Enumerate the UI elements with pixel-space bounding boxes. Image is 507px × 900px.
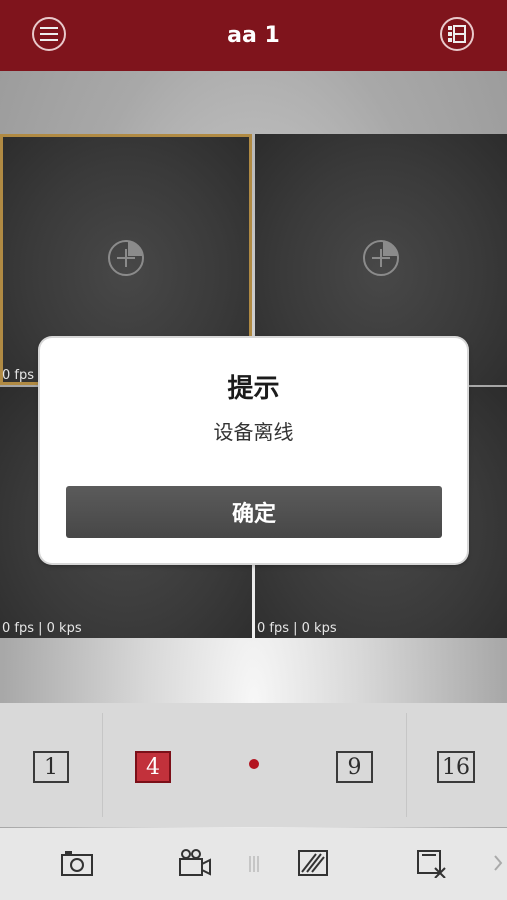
divider — [406, 713, 407, 817]
layout-list-icon — [448, 25, 466, 43]
top-bar: aa 1 — [0, 0, 507, 71]
menu-icon — [40, 27, 58, 41]
camera-icon[interactable] — [60, 848, 94, 878]
add-camera-icon[interactable] — [362, 239, 400, 277]
page-title: aa 1 — [227, 23, 280, 48]
layout-4-button[interactable]: 4 — [135, 751, 171, 783]
add-camera-icon[interactable] — [107, 239, 145, 277]
layout-1-button[interactable]: 1 — [33, 751, 69, 783]
chevron-right-icon[interactable] — [492, 848, 506, 878]
stream-stats: 0 fps | 0 kps — [2, 621, 82, 636]
alert-dialog: 提示 设备离线 确定 — [40, 338, 467, 563]
layout-16-button[interactable]: 16 — [437, 751, 475, 783]
bottom-toolbar — [0, 828, 507, 900]
record-icon[interactable] — [178, 848, 212, 878]
close-window-icon[interactable] — [415, 848, 449, 878]
image-icon[interactable] — [296, 848, 330, 878]
stream-stats: 0 fps | 0 kps — [257, 621, 337, 636]
confirm-button[interactable]: 确定 — [66, 486, 442, 538]
menu-button[interactable] — [32, 17, 66, 51]
toolbar-drag-handle — [249, 856, 259, 872]
dialog-message: 设备离线 — [213, 420, 294, 444]
layout-list-button[interactable] — [440, 17, 474, 51]
stream-stats: 0 fps — [2, 368, 35, 383]
divider — [102, 713, 103, 817]
dialog-title: 提示 — [227, 374, 280, 404]
page-indicator-dot — [249, 759, 259, 769]
layout-9-button[interactable]: 9 — [336, 751, 373, 783]
